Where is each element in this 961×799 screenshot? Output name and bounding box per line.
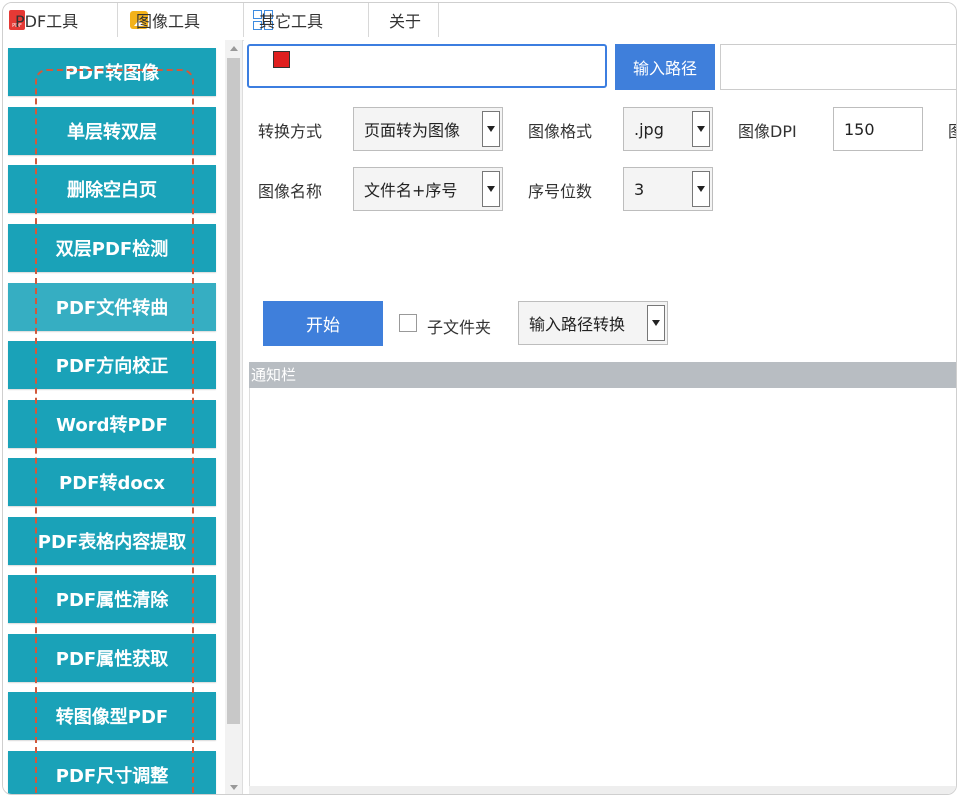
mode-select[interactable]: 输入路径转换 <box>518 301 668 345</box>
image-format-select[interactable]: .jpg <box>623 107 713 151</box>
menu-bar: PDF PDF工具 图像工具 其它工具 关于 <box>3 3 956 41</box>
tab-other-tools-label: 其它工具 <box>259 12 324 31</box>
main-panel: 输入路径 转换方式 页面转为图像 图像格式 .jpg 图像DPI 150 图 图… <box>244 40 956 794</box>
scroll-down-icon[interactable] <box>230 785 238 790</box>
notice-header: 通知栏 <box>249 362 956 388</box>
sidebar: PDF转图像 单层转双层 删除空白页 双层PDF检测 PDF文件转曲 PDF方向… <box>3 40 225 794</box>
tab-pdf-tools[interactable]: PDF PDF工具 <box>9 3 118 37</box>
sidebar-item-clear-props[interactable]: PDF属性清除 <box>8 575 216 623</box>
sidebar-item-get-props[interactable]: PDF属性获取 <box>8 634 216 682</box>
seq-digits-value: 3 <box>634 179 645 199</box>
mode-select-value: 输入路径转换 <box>529 315 626 334</box>
app-window: PDF PDF工具 图像工具 其它工具 关于 PDF转图像 单层转双层 删除空白… <box>2 2 957 795</box>
chevron-down-icon[interactable] <box>482 111 500 147</box>
sidebar-item-pdf-to-image[interactable]: PDF转图像 <box>8 48 216 96</box>
horizontal-scrollbar[interactable] <box>249 786 956 794</box>
image-name-select[interactable]: 文件名+序号 <box>353 167 503 211</box>
image-format-value: .jpg <box>634 119 664 139</box>
sidebar-item-remove-blank[interactable]: 删除空白页 <box>8 165 216 213</box>
scroll-up-icon[interactable] <box>230 46 238 51</box>
sidebar-item-table-extract[interactable]: PDF表格内容提取 <box>8 517 216 565</box>
seq-digits-label: 序号位数 <box>528 182 593 201</box>
sidebar-item-resize[interactable]: PDF尺寸调整 <box>8 751 216 794</box>
tab-other-tools[interactable]: 其它工具 <box>253 3 369 37</box>
sidebar-item-word-to-pdf[interactable]: Word转PDF <box>8 400 216 448</box>
image-format-label: 图像格式 <box>528 122 593 141</box>
image-dpi-label: 图像DPI <box>738 122 797 141</box>
tab-image-tools-label: 图像工具 <box>136 12 201 31</box>
path-input[interactable] <box>247 44 607 88</box>
sidebar-item-double-layer-check[interactable]: 双层PDF检测 <box>8 224 216 272</box>
convert-mode-select[interactable]: 页面转为图像 <box>353 107 503 151</box>
cut-off-label: 图 <box>948 118 956 142</box>
chevron-down-icon[interactable] <box>647 305 665 341</box>
tab-about-label: 关于 <box>389 12 422 31</box>
tab-about[interactable]: 关于 <box>383 3 439 37</box>
sidebar-item-pdf-to-docx[interactable]: PDF转docx <box>8 458 216 506</box>
seq-digits-select[interactable]: 3 <box>623 167 713 211</box>
subfolder-label: 子文件夹 <box>427 318 492 337</box>
chevron-down-icon[interactable] <box>692 111 710 147</box>
notice-area <box>249 388 956 786</box>
sidebar-scrollbar[interactable] <box>225 40 243 794</box>
tab-image-tools[interactable]: 图像工具 <box>130 3 244 37</box>
input-path-button[interactable]: 输入路径 <box>615 44 715 90</box>
sidebar-item-orientation[interactable]: PDF方向校正 <box>8 341 216 389</box>
image-dpi-input[interactable]: 150 <box>833 107 923 151</box>
image-name-label: 图像名称 <box>258 182 323 201</box>
scrollbar-thumb[interactable] <box>227 58 240 724</box>
sidebar-item-pdf-outline[interactable]: PDF文件转曲 <box>8 283 216 331</box>
convert-mode-value: 页面转为图像 <box>364 121 461 140</box>
subfolder-checkbox[interactable] <box>399 314 417 332</box>
sidebar-item-single-to-double[interactable]: 单层转双层 <box>8 107 216 155</box>
image-name-value: 文件名+序号 <box>364 181 458 200</box>
sidebar-item-image-pdf[interactable]: 转图像型PDF <box>8 692 216 740</box>
chevron-down-icon[interactable] <box>482 171 500 207</box>
tab-pdf-tools-label: PDF工具 <box>15 12 79 31</box>
start-button[interactable]: 开始 <box>263 301 383 346</box>
convert-mode-label: 转换方式 <box>258 122 323 141</box>
cursor-marker-icon <box>273 51 290 68</box>
path-display-field[interactable] <box>720 44 956 90</box>
chevron-down-icon[interactable] <box>692 171 710 207</box>
